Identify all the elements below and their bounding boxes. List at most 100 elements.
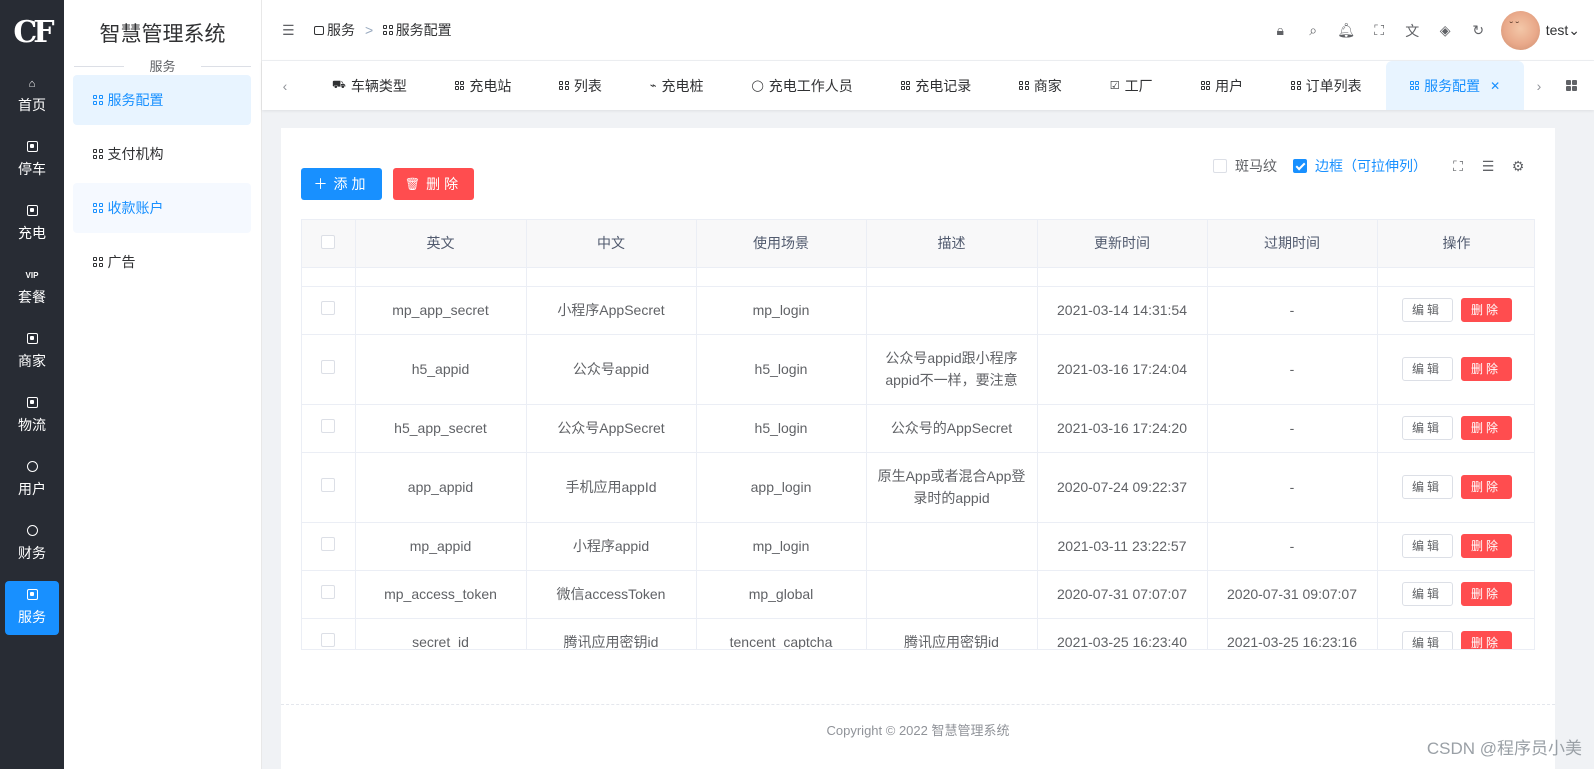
- tabs-menu-icon[interactable]: [1554, 61, 1594, 110]
- row-delete-button[interactable]: 删除: [1460, 298, 1512, 322]
- username-dropdown[interactable]: test⌄: [1546, 22, 1580, 39]
- avatar[interactable]: [1500, 11, 1540, 50]
- main-rail: CF ⌂ 首页 停车 充电 VIP 套餐 商家 物流 用户 财务 服务: [0, 0, 64, 769]
- border-checkbox[interactable]: [1293, 159, 1307, 173]
- row-checkbox[interactable]: [321, 632, 336, 647]
- edit-button[interactable]: 编辑: [1401, 416, 1453, 440]
- submenu-item-payment-org[interactable]: 支付机构: [73, 129, 251, 179]
- stripe-label[interactable]: 斑马纹: [1235, 156, 1277, 176]
- refresh-icon[interactable]: ↻: [1462, 22, 1495, 39]
- username: test: [1545, 22, 1569, 38]
- tab-merchant[interactable]: 商家: [995, 61, 1086, 110]
- rail-item-service[interactable]: 服务: [5, 581, 59, 635]
- tab-vehicle-type[interactable]: ⛟ 车辆类型: [308, 61, 431, 110]
- rail-item-package[interactable]: VIP 套餐: [0, 256, 64, 320]
- select-all-checkbox[interactable]: [321, 234, 336, 249]
- rail-item-finance[interactable]: 财务: [0, 512, 64, 576]
- cell-scene: tencent_captcha: [696, 618, 867, 649]
- edit-button[interactable]: 编辑: [1401, 534, 1453, 558]
- row-delete-button[interactable]: 删除: [1460, 416, 1512, 440]
- tab-user[interactable]: 用户: [1177, 61, 1268, 110]
- column-header[interactable]: 使用场景: [696, 220, 867, 268]
- edit-button[interactable]: 编辑: [1401, 357, 1453, 381]
- column-header[interactable]: 过期时间: [1207, 220, 1378, 268]
- column-header[interactable]: 更新时间: [1037, 220, 1208, 268]
- cell-expires: -: [1207, 404, 1378, 453]
- translate-icon[interactable]: 文: [1396, 21, 1429, 41]
- breadcrumb-item[interactable]: 服务: [327, 20, 355, 40]
- cell-desc: 公众号appid跟小程序appid不一样，要注意: [866, 334, 1038, 405]
- search-icon[interactable]: ⌕: [1297, 22, 1330, 39]
- column-header[interactable]: 英文: [355, 220, 527, 268]
- rail-item-home[interactable]: ⌂ 首页: [0, 64, 64, 128]
- column-header[interactable]: 描述: [866, 220, 1038, 268]
- row-checkbox[interactable]: [321, 419, 336, 433]
- rail-item-logistics[interactable]: 物流: [0, 384, 64, 448]
- row-delete-button[interactable]: 删除: [1460, 630, 1512, 649]
- add-button[interactable]: ＋ 添加: [301, 168, 382, 200]
- tab-charging-staff[interactable]: ◯ 充电工作人员: [727, 61, 876, 110]
- submenu-item-receiving-account[interactable]: 收款账户: [73, 183, 251, 233]
- row-delete-button[interactable]: 删除: [1460, 475, 1512, 499]
- select-all-cell: [302, 220, 356, 268]
- tabs-scroll-right-icon[interactable]: ›: [1524, 61, 1554, 110]
- tab-service-config[interactable]: 服务配置 ✕: [1385, 61, 1524, 110]
- stripe-checkbox[interactable]: [1213, 159, 1227, 173]
- row-checkbox[interactable]: [321, 537, 336, 551]
- submenu-item-ads[interactable]: 广告: [73, 237, 251, 287]
- edit-button[interactable]: 编辑: [1401, 582, 1453, 606]
- row-checkbox[interactable]: [321, 360, 336, 374]
- tab-label: 工厂: [1124, 77, 1153, 94]
- cell-en: mp_appid: [355, 522, 527, 571]
- rail-item-merchant[interactable]: 商家: [0, 320, 64, 384]
- tab-charging-records[interactable]: 充电记录: [877, 61, 996, 110]
- fullscreen-icon[interactable]: ⛶: [1443, 158, 1473, 175]
- column-header[interactable]: 中文: [526, 220, 697, 268]
- cell-actions: 编辑 删除: [1377, 618, 1534, 649]
- tabs-scroll-left-icon[interactable]: ‹: [262, 61, 308, 110]
- lock-icon[interactable]: 🔒︎: [1264, 22, 1297, 39]
- fullscreen-icon[interactable]: ⛶: [1363, 22, 1396, 39]
- grid-icon: [1409, 80, 1420, 91]
- delete-button[interactable]: 🗑︎ 删除: [393, 168, 474, 200]
- submenu-item-label: 支付机构: [107, 146, 164, 162]
- row-delete-button[interactable]: 删除: [1460, 357, 1512, 381]
- row-delete-button[interactable]: 删除: [1460, 582, 1512, 606]
- bell-icon[interactable]: 🔔︎: [1330, 22, 1363, 39]
- edit-button[interactable]: 编辑: [1401, 298, 1453, 322]
- tab-order-list[interactable]: 订单列表: [1267, 61, 1386, 110]
- cell-zh: 小程序appid: [526, 522, 697, 571]
- user-icon: ◯: [751, 80, 764, 92]
- edit-button[interactable]: 编辑: [1401, 475, 1453, 499]
- row-checkbox[interactable]: [321, 478, 336, 492]
- tab-charging-station[interactable]: 充电站: [431, 61, 536, 110]
- top-navbar: ☰ 服务 > 服务配置 🔒︎ ⌕ 🔔︎ ⛶ 文 ◈ ↻ test⌄: [262, 0, 1594, 61]
- tab-charging-pile[interactable]: ⌁ 充电桩: [626, 61, 728, 110]
- edit-button[interactable]: 编辑: [1401, 630, 1453, 649]
- tab-label: 充电工作人员: [768, 77, 853, 94]
- grid-icon: [1291, 80, 1301, 91]
- row-checkbox[interactable]: [321, 585, 336, 599]
- cell-zh: 手机应用appId: [526, 452, 697, 523]
- tab-list[interactable]: 列表: [535, 61, 626, 110]
- row-delete-button[interactable]: 删除: [1460, 534, 1512, 558]
- grid-icon: [383, 25, 393, 35]
- rail-item-charging[interactable]: 充电: [0, 192, 64, 256]
- density-icon[interactable]: ☰: [1473, 158, 1503, 175]
- border-label[interactable]: 边框（可拉伸列）: [1315, 156, 1427, 176]
- settings-icon[interactable]: ⚙: [1503, 158, 1533, 175]
- table-cell: [696, 267, 867, 287]
- cell-expires: -: [1207, 522, 1378, 571]
- close-icon[interactable]: ✕: [1490, 79, 1500, 93]
- rail-item-parking[interactable]: 停车: [0, 128, 64, 192]
- menu-fold-icon[interactable]: ☰: [282, 22, 300, 39]
- vip-icon: VIP: [25, 271, 39, 280]
- theme-icon[interactable]: ◈: [1429, 22, 1462, 39]
- row-checkbox[interactable]: [321, 301, 336, 315]
- rail-item-user[interactable]: 用户: [0, 448, 64, 512]
- navbar-tools: 🔒︎ ⌕ 🔔︎ ⛶ 文 ◈ ↻ test⌄: [1264, 0, 1594, 61]
- submenu-item-label: 收款账户: [107, 200, 164, 216]
- table-row: h5_app_secret 公众号AppSecret h5_login 公众号的…: [302, 404, 1534, 453]
- tab-factory[interactable]: ☑ 工厂: [1086, 61, 1177, 110]
- submenu-item-service-config[interactable]: 服务配置: [73, 75, 251, 125]
